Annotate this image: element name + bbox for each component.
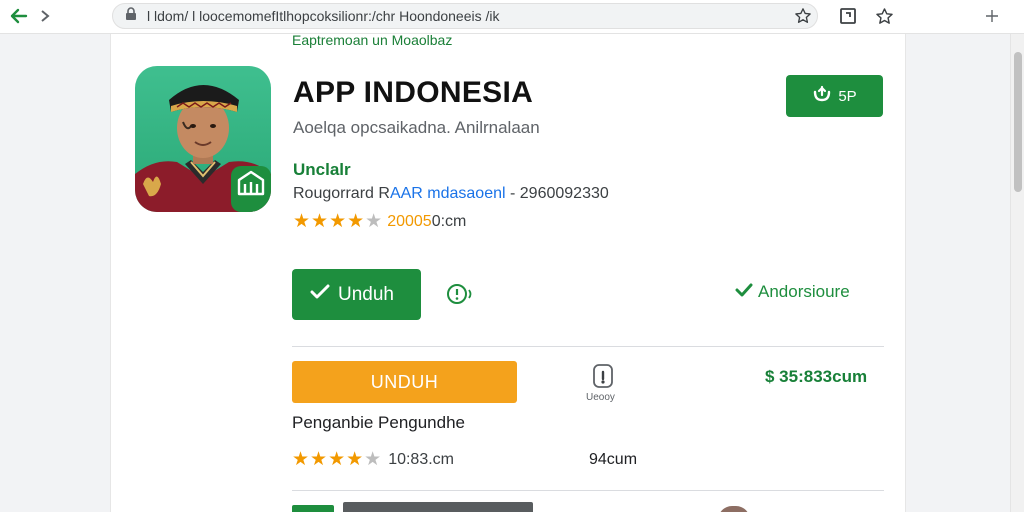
- verified-label: Andorsioure: [758, 282, 850, 301]
- install-button[interactable]: Unduh: [292, 269, 421, 320]
- scrollbar-thumb[interactable]: [1014, 52, 1022, 192]
- meta-prefix: Rougorrard R: [293, 185, 390, 202]
- download-title: Penganbie Pengundhe: [292, 413, 465, 432]
- next-item-icon[interactable]: [292, 505, 334, 512]
- download-rating-text: 10:83.cm: [388, 450, 454, 468]
- lock-icon: [125, 6, 137, 26]
- app-title: APP INDONESIA: [293, 76, 534, 109]
- share-button-label: 5P: [838, 87, 857, 105]
- url-text: l ldom/ l loocemomefItlhopcoksilionr:/ch…: [147, 8, 500, 24]
- verified-link[interactable]: Andorsioure: [735, 282, 850, 302]
- download-rating-stars: ★★★★★: [292, 449, 383, 470]
- rating-stars: ★★★★★: [293, 211, 384, 232]
- extension-icon[interactable]: [837, 5, 859, 27]
- cut-off-heading: Eaptremoan un Moaolbaz: [292, 32, 453, 48]
- download-rating: ★★★★★ 10:83.cm: [292, 448, 454, 471]
- rating-count: 20005: [387, 212, 432, 230]
- next-item-title: [343, 502, 533, 512]
- checkmark-icon: [310, 284, 330, 306]
- padlock-icon[interactable]: [589, 362, 617, 390]
- section-divider-2: [292, 490, 884, 491]
- section-divider: [292, 346, 884, 347]
- download-button[interactable]: UNDUH: [292, 361, 517, 403]
- scrollbar[interactable]: [1010, 34, 1024, 512]
- app-icon[interactable]: [135, 66, 271, 212]
- lock-caption: Ueooy: [586, 392, 615, 403]
- install-button-label: Unduh: [338, 283, 394, 305]
- forward-arrow-icon[interactable]: [34, 5, 56, 27]
- app-store-page: Eaptremoan un Moaolbaz APP INDONESIA Aoe…: [110, 32, 906, 512]
- app-meta-line: Rougorrard RAAR mdasaoenl - 2960092330: [293, 185, 609, 203]
- favorite-star-icon[interactable]: [873, 5, 895, 27]
- hand-icon: [812, 85, 832, 107]
- info-circle-icon[interactable]: [444, 281, 474, 307]
- share-button[interactable]: 5P: [786, 75, 883, 117]
- app-subtitle: Aoelqa opcsaikadna. Anilrnalaan: [293, 118, 540, 137]
- download-size: 94cum: [589, 451, 638, 468]
- meta-link[interactable]: AAR mdasaoenl: [390, 185, 506, 202]
- browser-toolbar: l ldom/ l loocemomefItlhopcoksilionr:/ch…: [0, 0, 1024, 34]
- crosshair-icon[interactable]: [981, 5, 1003, 27]
- price-text: $ 35:833cum: [765, 367, 868, 386]
- check-icon: [735, 282, 753, 302]
- address-bar[interactable]: l ldom/ l loocemomefItlhopcoksilionr:/ch…: [112, 3, 818, 29]
- app-rating: ★★★★★ 20005 0:cm: [293, 210, 466, 233]
- back-arrow-icon[interactable]: [8, 5, 30, 27]
- bookmark-star-icon[interactable]: [792, 5, 814, 27]
- rating-unit: 0:cm: [431, 212, 467, 230]
- developer-name[interactable]: Unclalr: [293, 160, 351, 180]
- avatar[interactable]: [718, 506, 750, 512]
- meta-suffix: - 2960092330: [505, 185, 609, 202]
